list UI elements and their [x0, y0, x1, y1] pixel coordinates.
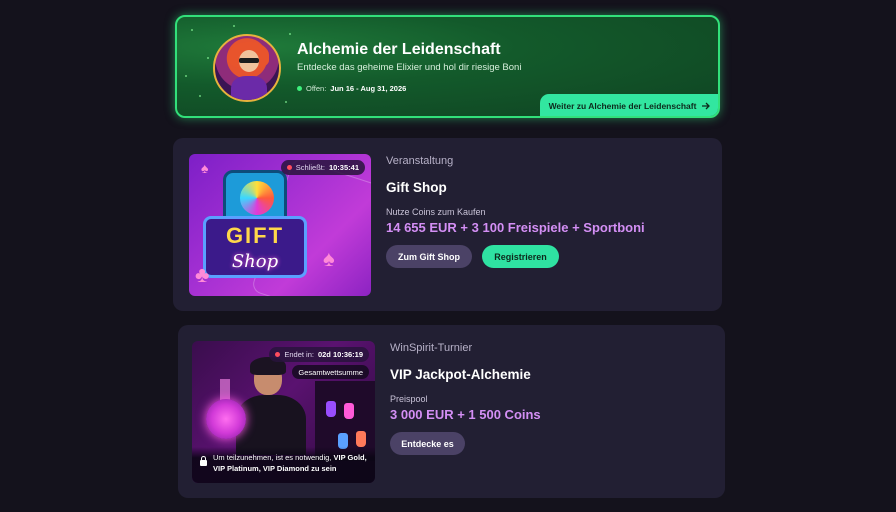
potion-bottle: [344, 403, 354, 419]
hero-banner[interactable]: Alchemie der Leidenschaft Entdecke das g…: [175, 15, 720, 118]
event-title: VIP Jackpot-Alchemie: [390, 367, 531, 382]
timer-value: 02d 10:36:19: [317, 350, 363, 359]
sign-text-gift: GIFT: [225, 223, 285, 248]
event-label: Nutze Coins zum Kaufen: [386, 207, 486, 217]
countdown-timer: Endet in: 02d 10:36:19: [269, 347, 369, 362]
event-type: Veranstaltung: [386, 155, 454, 167]
gift-shop-sign: GIFT Shop: [203, 216, 307, 278]
flask-illustration: [206, 399, 246, 439]
event-prize: 14 655 EUR + 3 100 Freispiele + Sportbon…: [386, 220, 645, 235]
timer-dot-icon: [275, 352, 281, 357]
avatar-body: [231, 76, 267, 100]
sign-text-shop: Shop: [231, 251, 279, 272]
flask-neck: [220, 379, 230, 401]
sparkle: [289, 33, 291, 35]
hero-dates: Jun 16 - Aug 31, 2026: [330, 84, 407, 93]
status-dot-icon: [297, 86, 302, 91]
timer-label: Schließt:: [295, 163, 325, 172]
hero-avatar: [213, 34, 281, 102]
event-card-vip-jackpot: Endet in: 02d 10:36:19 Gesamtwettsumme U…: [178, 325, 725, 498]
event-prize: 3 000 EUR + 1 500 Coins: [390, 407, 541, 422]
sparkle: [285, 101, 287, 103]
sparkle: [233, 25, 235, 27]
event-thumbnail[interactable]: GIFT Shop ♣ ♠ ♠ Schließt: 10:35:41: [189, 154, 371, 296]
timer-label: Endet in:: [284, 350, 314, 359]
sparkle: [199, 95, 201, 97]
register-button[interactable]: Registrieren: [482, 245, 559, 268]
event-thumbnail[interactable]: Endet in: 02d 10:36:19 Gesamtwettsumme U…: [192, 341, 375, 483]
countdown-timer: Schließt: 10:35:41: [280, 160, 365, 175]
vip-requirement-prefix: Um teilzunehmen, ist es notwendig,: [213, 453, 332, 462]
avatar-glasses: [239, 58, 259, 63]
timer-value: 10:35:41: [328, 163, 359, 172]
hero-status-label: Offen:: [306, 84, 327, 93]
spade-icon: ♠: [323, 246, 335, 271]
arrow-right-icon: [702, 102, 711, 110]
hero-cta-button[interactable]: Weiter zu Alchemie der Leidenschaft: [540, 94, 718, 116]
hero-title: Alchemie der Leidenschaft: [297, 41, 501, 58]
bag-swirl: [240, 181, 274, 215]
sparkle: [207, 57, 209, 59]
total-bets-badge: Gesamtwettsumme: [292, 365, 369, 379]
hero-subtitle: Entdecke das geheime Elixier und hol dir…: [297, 62, 522, 73]
timer-dot-icon: [286, 165, 292, 170]
vip-requirement-text: Um teilzunehmen, ist es notwendig, VIP G…: [213, 453, 369, 475]
explore-button[interactable]: Entdecke es: [390, 432, 465, 455]
event-type: WinSpirit-Turnier: [390, 342, 473, 354]
event-label: Preispool: [390, 394, 428, 404]
hero-status: Offen: Jun 16 - Aug 31, 2026: [297, 84, 406, 93]
club-icon: ♣: [195, 262, 210, 287]
spade-icon: ♠: [201, 160, 209, 176]
sparkle: [185, 75, 187, 77]
lock-icon: [200, 456, 207, 466]
character-body: [236, 395, 306, 455]
vip-requirement-note: Um teilzunehmen, ist es notwendig, VIP G…: [192, 447, 375, 483]
event-card-gift-shop: GIFT Shop ♣ ♠ ♠ Schließt: 10:35:41 Veran…: [173, 138, 722, 311]
gift-shop-button[interactable]: Zum Gift Shop: [386, 245, 472, 268]
potion-bottle: [356, 431, 366, 447]
sparkle: [191, 29, 193, 31]
hero-cta-label: Weiter zu Alchemie der Leidenschaft: [548, 101, 697, 111]
event-title: Gift Shop: [386, 180, 447, 195]
potion-bottle: [326, 401, 336, 417]
